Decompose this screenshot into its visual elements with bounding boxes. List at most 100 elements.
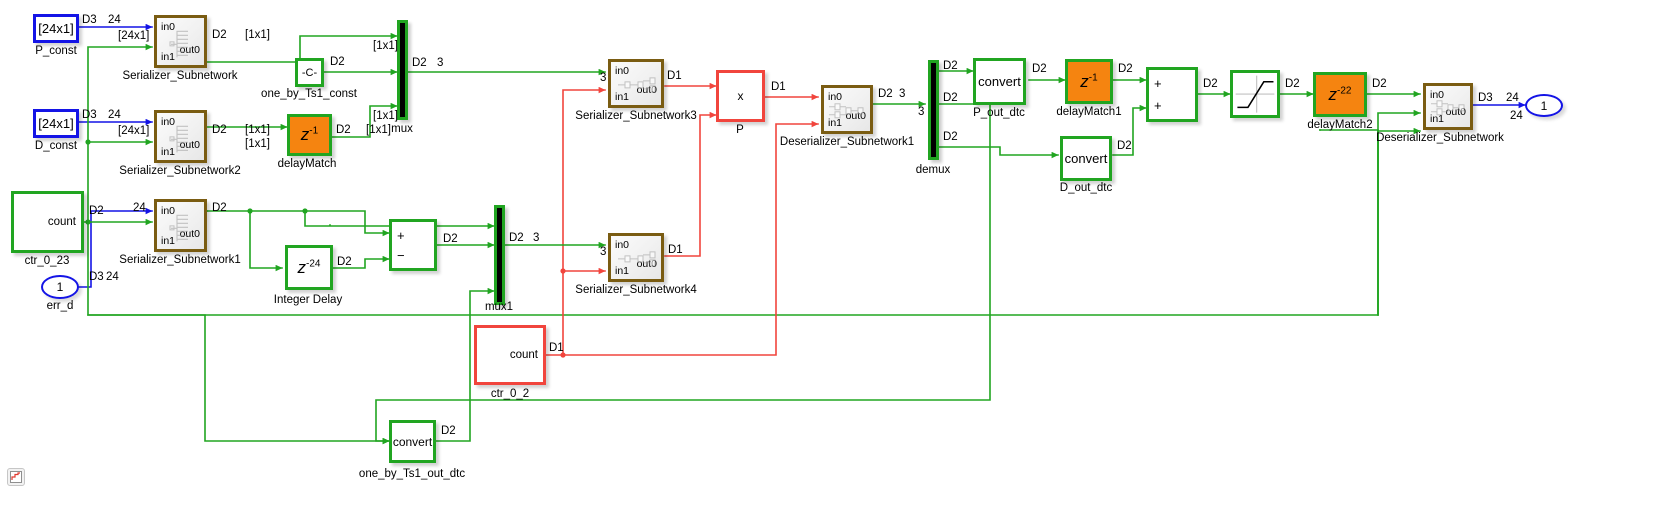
sig-demux-o2-d2: D2	[943, 92, 958, 104]
sig-ser2-out-d2: D2	[212, 124, 227, 136]
block-delaymatch2[interactable]: z-22	[1313, 72, 1367, 117]
const-value: -C-	[301, 66, 318, 79]
block-integer-delay[interactable]: z-24	[285, 245, 333, 290]
ctr-0-2-label: ctr_0_2	[490, 388, 530, 400]
sig-err-d-d3: D3	[89, 271, 104, 283]
block-d-out-dtc[interactable]: convert	[1060, 136, 1112, 181]
convert-label: convert	[392, 434, 433, 449]
p-const-label: P_const	[35, 45, 77, 57]
block-serializer-subnetwork2[interactable]: in0 in1 out0	[154, 110, 207, 163]
sig-p-const-24: 24	[108, 14, 121, 26]
sig-ctr2-out-d1: D1	[549, 342, 564, 354]
signal-wires	[78, 23, 1526, 445]
block-err-d-inport[interactable]: 1	[41, 275, 79, 299]
sig-ser3-out-d1: D1	[667, 70, 682, 82]
signal-stair-icon[interactable]	[7, 468, 25, 486]
sig-mult-out-d1: D1	[771, 81, 786, 93]
block-ctr-0-23[interactable]: count	[11, 191, 84, 253]
block-sum-add[interactable]: + +	[1146, 67, 1198, 122]
sig-deser1-out-w: 3	[899, 88, 906, 100]
block-saturation[interactable]	[1230, 70, 1280, 118]
sig-demux-o1-d2: D2	[943, 60, 958, 72]
p-const-value: [24x1]	[38, 21, 74, 36]
block-delaymatch[interactable]: z-1	[287, 114, 332, 156]
block-ctr-0-2[interactable]: count	[474, 325, 546, 385]
d-out-dtc-label: D_out_dtc	[1059, 182, 1113, 194]
serializer-subnetwork1-label: Serializer_Subnetwork1	[119, 254, 241, 266]
convert-label: convert	[1064, 151, 1108, 166]
block-deserializer-subnetwork[interactable]: in0 in1 out0	[1423, 83, 1473, 130]
sig-d-const-dim: [24x1]	[118, 125, 150, 137]
sum-plus-sign-bottom: +	[1154, 98, 1162, 113]
sig-mux-out-d2: D2	[412, 57, 427, 69]
mux-label: mux	[391, 123, 413, 135]
err-d-label: err_d	[46, 300, 74, 312]
block-one-by-ts1-out-dtc[interactable]: convert	[389, 420, 436, 463]
sig-ctr-count-d2: D2	[89, 205, 104, 217]
sig-demux-in-w: 3	[918, 106, 925, 118]
deserializer-subnetwork-label: Deserializer_Subnetwork	[1376, 132, 1504, 144]
block-serializer-subnetwork3[interactable]: in0 in1 out0	[608, 59, 664, 108]
sig-const-d2: D2	[330, 56, 345, 68]
delaymatch2-expr: z-22	[1328, 84, 1352, 104]
integer-delay-label: Integer Delay	[273, 294, 343, 306]
sig-ser4-in-w: 3	[600, 246, 607, 258]
sig-mux-bot-dim: [1x1]	[373, 110, 398, 122]
block-mux1[interactable]	[494, 205, 505, 305]
serializer-subnetwork2-label: Serializer_Subnetwork2	[119, 165, 241, 177]
block-serializer-subnetwork1[interactable]: in0 in1 out0	[154, 199, 207, 252]
sig-ser3-in-w: 3	[600, 72, 607, 84]
delaymatch2-label: delayMatch2	[1307, 119, 1373, 131]
sig-p-const-dim: [24x1]	[118, 30, 150, 42]
block-deserializer-subnetwork1[interactable]: in0 in1 out0	[821, 85, 873, 134]
sig-ser4-out-d1: D1	[668, 244, 683, 256]
block-delaymatch1[interactable]: z-1	[1065, 59, 1113, 104]
d-const-value: [24x1]	[38, 116, 74, 131]
serializer-icon	[169, 125, 188, 152]
block-d-const[interactable]: [24x1]	[33, 109, 79, 138]
one-by-ts1-const-label: one_by_Ts1_const	[261, 88, 357, 100]
sig-err-d-24: 24	[106, 271, 119, 283]
block-serializer-subnetwork4[interactable]: in0 in1 out0	[608, 233, 664, 282]
sig-d-const-d3: D3	[82, 109, 97, 121]
block-serializer-subnetwork[interactable]: in0 in1 out0	[154, 15, 207, 68]
sig-deser-out-d3: D3	[1478, 92, 1493, 104]
serializer-icon	[169, 214, 188, 241]
mux1-label: mux1	[484, 301, 514, 313]
sum-plus-sign-top: +	[1154, 76, 1162, 91]
integer-delay-expr: z-24	[297, 257, 321, 277]
block-p-out-dtc[interactable]: convert	[973, 58, 1026, 105]
serializer-subnetwork-label: Serializer_Subnetwork	[122, 70, 238, 82]
block-mux[interactable]	[397, 20, 408, 120]
sig-p-out-dtc-d2: D2	[1032, 63, 1047, 75]
one-by-ts1-out-dtc-label: one_by_Ts1_out_dtc	[358, 468, 466, 480]
p-out-dtc-label: P_out_dtc	[973, 107, 1025, 119]
sig-ser2-out-dim: [1x1]	[245, 124, 270, 136]
delaymatch-label: delayMatch	[277, 158, 337, 170]
block-product-p[interactable]: x	[716, 70, 765, 122]
sig-ts1-out-dtc-d2: D2	[441, 425, 456, 437]
sig-p-const-d3: D3	[82, 14, 97, 26]
sig-out-24: 24	[1510, 110, 1523, 122]
serializer-icon	[618, 76, 656, 92]
convert-label: convert	[978, 74, 1021, 89]
delaymatch1-label: delayMatch1	[1056, 106, 1122, 118]
outport-number: 1	[1540, 98, 1548, 113]
serializer-subnetwork3-label: Serializer_Subnetwork3	[575, 110, 697, 122]
demux-label: demux	[915, 164, 951, 176]
sig-dm-in-dim: [1x1]	[245, 138, 270, 150]
sig-deser-out-24: 24	[1506, 92, 1519, 104]
product-p-label: P	[736, 124, 744, 136]
sig-mux-out-w: 3	[437, 57, 444, 69]
block-one-by-ts1-const[interactable]: -C-	[295, 58, 324, 87]
block-p-const[interactable]: [24x1]	[33, 14, 79, 43]
sig-mux-top-dim: [1x1]	[373, 40, 398, 52]
serializer-subnetwork4-label: Serializer_Subnetwork4	[575, 284, 697, 296]
saturation-icon	[1235, 75, 1275, 113]
block-demux[interactable]	[928, 60, 939, 160]
deserializer-subnetwork1-label: Deserializer_Subnetwork1	[779, 136, 915, 148]
sig-ser-out-dim: [1x1]	[245, 29, 270, 41]
block-outport-1[interactable]: 1	[1525, 94, 1563, 117]
block-sum-difference[interactable]: + −	[389, 219, 437, 271]
simulink-canvas[interactable]: [24x1] P_const [24x1] D_const in0 in1 ou…	[0, 0, 1671, 523]
